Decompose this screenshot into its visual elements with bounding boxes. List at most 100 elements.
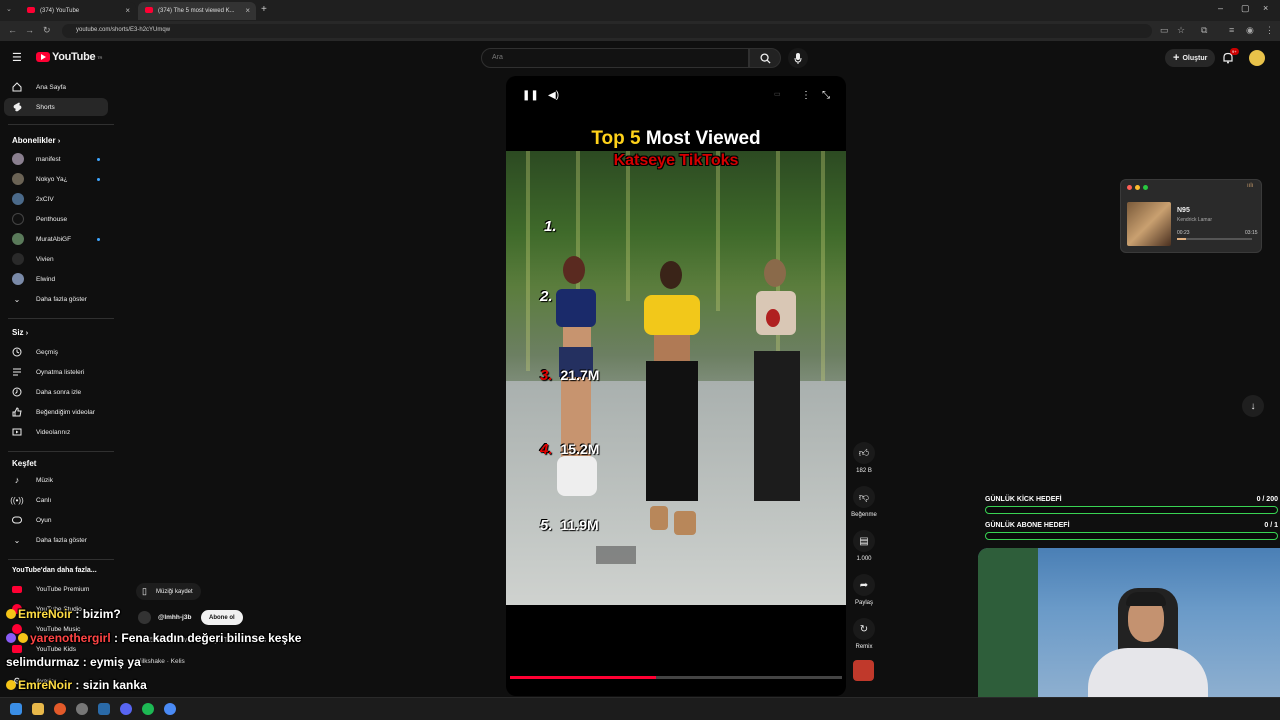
volume-icon[interactable]: ◀) — [548, 90, 559, 101]
sidebar-item-home[interactable]: Ana Sayfa — [4, 78, 108, 96]
dancer-center — [636, 261, 706, 541]
browser-menu-icon[interactable]: ⋮ — [1265, 25, 1274, 36]
sidebar-item-subscription[interactable]: Nokyo Ya¿ — [4, 170, 108, 188]
forward-icon[interactable]: → — [25, 25, 34, 35]
album-cover — [1127, 202, 1171, 246]
obs-app-icon[interactable] — [76, 703, 88, 715]
sidebar-item-shorts[interactable]: Shorts — [4, 98, 108, 116]
bookmark-star-icon[interactable]: ☆ — [1177, 25, 1185, 36]
shorts-player[interactable]: ❚❚ ◀) ▭ ⋮ ⤡ Top 5 Most Viewed Katseye Ti… — [506, 76, 846, 696]
subscriptions-show-more[interactable]: ⌄ Daha fazla göster — [4, 290, 108, 308]
search-input[interactable]: Ara — [481, 48, 749, 68]
fullscreen-icon[interactable]: ⤡ — [822, 90, 830, 101]
more-from-youtube-heading: YouTube'dan daha fazla... — [12, 567, 97, 574]
sidebar-item-gaming[interactable]: Oyun — [4, 511, 108, 529]
goal-label: GÜNLÜK KİCK HEDEFİ — [985, 496, 1062, 503]
video-progress-bar[interactable] — [510, 676, 842, 679]
close-tab-icon[interactable]: × — [245, 6, 250, 15]
discord-app-icon[interactable] — [120, 703, 132, 715]
spotify-app-icon[interactable] — [142, 703, 154, 715]
sidebar-item-subscription[interactable]: Vivien — [4, 250, 108, 268]
dislike-label: Beğenme — [851, 512, 877, 518]
next-video-button[interactable]: ↓ — [1242, 395, 1264, 417]
profile-icon[interactable]: ◉ — [1246, 25, 1254, 36]
minimize-dot-icon[interactable] — [1135, 185, 1140, 190]
close-tab-icon[interactable]: × — [125, 6, 130, 15]
audio-track-label[interactable]: Milkshake · Kelis — [136, 658, 185, 665]
you-heading[interactable]: Siz › — [12, 328, 28, 337]
subscribe-button[interactable]: Abone ol — [201, 610, 243, 625]
rank-number: 4. — [540, 441, 553, 458]
sidebar-item-subscription[interactable]: Elwind — [4, 270, 108, 288]
back-icon[interactable]: ← — [8, 25, 17, 35]
browser-tab-youtube[interactable]: (374) YouTube × — [20, 2, 136, 20]
sidebar-item-youtube-premium[interactable]: YouTube Premium — [4, 580, 108, 598]
file-explorer-icon[interactable] — [32, 703, 44, 715]
channel-thumbnail[interactable] — [853, 660, 874, 681]
sidebar-item-subscription[interactable]: manifest — [4, 150, 108, 168]
share-button[interactable]: ➦ Paylaş — [849, 574, 879, 606]
youtube-logo[interactable]: YouTube TR — [36, 51, 102, 63]
sidebar-item-live[interactable]: ((•)) Canlı — [4, 491, 108, 509]
sidebar-item-your-videos[interactable]: Videolarınız — [4, 423, 108, 441]
save-music-button[interactable]: ▯ Müziği kaydet — [136, 583, 201, 600]
chrome-app-icon[interactable] — [164, 703, 176, 715]
rank-1: 1. — [544, 218, 565, 235]
chat-badge-icon — [18, 633, 28, 643]
watch-later-icon — [12, 387, 22, 397]
sidebar-item-playlists[interactable]: Oynatma listeleri — [4, 363, 108, 381]
sidebar-item-watch-later[interactable]: Daha sonra izle — [4, 383, 108, 401]
dislike-button[interactable]: 👎︎ Beğenme — [849, 486, 879, 518]
live-icon: ((•)) — [10, 495, 24, 505]
chat-message: EmreNoir : sizin kanka — [6, 678, 147, 692]
sidebar-item-history[interactable]: Geçmiş — [4, 343, 108, 361]
comments-button[interactable]: ▤ 1.000 — [849, 530, 879, 562]
windows-start-icon[interactable] — [10, 703, 22, 715]
url-field[interactable]: youtube.com/shorts/E3-h2cYUmqw — [62, 24, 1152, 38]
tab-list-icon[interactable]: ⌄ — [6, 5, 12, 13]
music-progress-bar[interactable] — [1177, 238, 1252, 240]
browser-tab-shorts[interactable]: (374) The 5 most viewed K... × — [138, 2, 256, 20]
reload-icon[interactable]: ↻ — [43, 25, 51, 36]
channel-avatar[interactable] — [138, 611, 151, 624]
browser-app-icon[interactable] — [54, 703, 66, 715]
new-tab-button[interactable]: + — [261, 4, 267, 15]
chat-message: EmreNoir : bizim? — [6, 607, 121, 621]
cast-icon[interactable]: ▭ — [1160, 25, 1169, 36]
sidebar-item-subscription[interactable]: Penthouse — [4, 210, 108, 228]
logo-text: YouTube — [52, 51, 96, 63]
search-button[interactable] — [749, 48, 781, 68]
remix-button[interactable]: ↻ Remix — [849, 618, 879, 650]
thumbs-down-icon: 👎︎ — [853, 486, 875, 508]
explore-show-more[interactable]: ⌄ Daha fazla göster — [4, 531, 108, 549]
bookmark-icon: ▯ — [142, 586, 147, 596]
sidebar-divider — [8, 451, 114, 452]
hamburger-menu-icon[interactable]: ☰ — [12, 51, 22, 64]
channel-handle[interactable]: @lmhh-j3b — [158, 614, 191, 621]
sidebar-item-music[interactable]: ♪ Müzik — [4, 471, 108, 489]
sidebar-item-subscription[interactable]: 2xCIV — [4, 190, 108, 208]
youtube-play-icon — [36, 52, 50, 62]
sidebar-item-label: Beğendiğim videolar — [36, 408, 95, 416]
account-avatar[interactable] — [1249, 50, 1265, 66]
create-button[interactable]: + Oluştur — [1165, 49, 1216, 67]
sidebar-item-label: Elwind — [36, 275, 56, 283]
sidebar-item-subscription[interactable]: MuratAbiGF — [4, 230, 108, 248]
chat-username: EmreNoir — [18, 678, 73, 692]
sidebar-item-liked-videos[interactable]: Beğendiğim videolar — [4, 403, 108, 421]
media-icon[interactable]: ≡ — [1229, 25, 1234, 35]
maximize-dot-icon[interactable] — [1143, 185, 1148, 190]
more-options-icon[interactable]: ⋮ — [801, 90, 811, 101]
bamboo-stalk — [821, 151, 825, 381]
extensions-icon[interactable]: ⧉ — [1201, 25, 1207, 36]
steam-app-icon[interactable] — [98, 703, 110, 715]
maximize-button[interactable]: ▢ — [1241, 3, 1250, 14]
like-button[interactable]: 👍︎ 182 B — [849, 442, 879, 474]
minimize-button[interactable]: – — [1218, 3, 1223, 13]
captions-icon[interactable]: ▭ — [774, 90, 781, 98]
close-window-button[interactable]: × — [1263, 3, 1268, 13]
voice-search-button[interactable] — [788, 48, 808, 68]
pause-icon[interactable]: ❚❚ — [522, 90, 539, 101]
close-dot-icon[interactable] — [1127, 185, 1132, 190]
subscriptions-heading[interactable]: Abonelikler › — [12, 136, 60, 145]
